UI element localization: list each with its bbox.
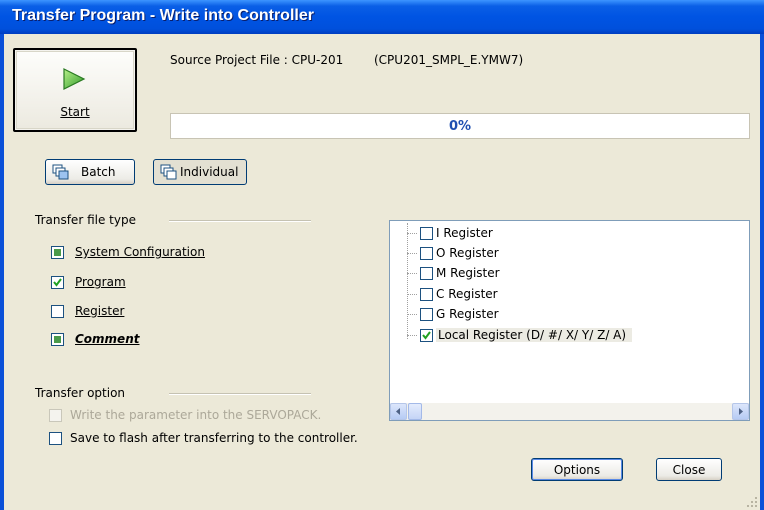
close-button[interactable]: Close (656, 458, 722, 481)
title-bar[interactable]: Transfer Program - Write into Controller (0, 0, 764, 34)
program-label[interactable]: Program (75, 275, 126, 289)
tree-branch (407, 233, 417, 234)
source-project-label: Source Project File : CPU-201 (170, 53, 344, 67)
resize-grip-icon[interactable] (746, 496, 758, 508)
servopack-label: Write the parameter into the SERVOPACK. (70, 408, 322, 422)
tree-branch (407, 253, 417, 254)
transfer-option-label: Transfer option (35, 386, 126, 400)
save-to-flash-checkbox[interactable] (49, 432, 62, 445)
register-label[interactable]: Register (75, 304, 124, 318)
scroll-right-button[interactable] (732, 403, 749, 420)
start-button-label: Start (60, 105, 90, 119)
comment-checkbox[interactable] (51, 333, 64, 346)
group-divider (169, 393, 311, 395)
checkmark-icon (422, 331, 431, 340)
scroll-thumb[interactable] (408, 403, 422, 420)
options-button[interactable]: Options (531, 458, 623, 481)
save-to-flash-label[interactable]: Save to flash after transferring to the … (70, 431, 358, 445)
tree-item-label: C Register (436, 287, 498, 301)
window-title: Transfer Program - Write into Controller (12, 7, 314, 24)
tree-item-checkbox[interactable] (420, 247, 433, 260)
tree-branch (407, 294, 417, 295)
tree-item-checkbox[interactable] (420, 227, 433, 240)
tree-item-checkbox[interactable] (420, 267, 433, 280)
transfer-file-type-label: Transfer file type (35, 213, 136, 227)
system-configuration-checkbox[interactable] (51, 246, 64, 259)
horizontal-scrollbar[interactable] (390, 403, 749, 420)
individual-button[interactable]: Individual (153, 159, 247, 185)
individual-icon (160, 164, 177, 180)
batch-icon (52, 164, 69, 180)
tree-branch (407, 273, 417, 274)
close-button-label: Close (672, 463, 706, 477)
tree-connector (407, 223, 408, 339)
tree-branch (407, 335, 417, 336)
batch-button-label: Batch (81, 165, 116, 179)
dialog-client-area: Start Source Project File : CPU-201 (CPU… (4, 34, 760, 510)
register-tree[interactable]: I Register O Register M Register C Regis… (389, 220, 750, 421)
comment-label[interactable]: Comment (75, 332, 139, 346)
checkmark-icon (53, 278, 62, 287)
start-button[interactable]: Start (13, 48, 137, 132)
arrow-right-icon (739, 408, 743, 415)
servopack-checkbox (49, 409, 62, 422)
tree-item-label: I Register (436, 226, 493, 240)
tree-item-label: O Register (436, 246, 499, 260)
tree-branch (407, 314, 417, 315)
scroll-left-button[interactable] (390, 403, 407, 420)
tree-item-label: M Register (436, 266, 500, 280)
progress-bar: 0% (170, 113, 750, 139)
dialog-window: Transfer Program - Write into Controller… (0, 0, 764, 510)
program-checkbox[interactable] (51, 276, 64, 289)
tree-item-checkbox[interactable] (420, 288, 433, 301)
tree-item-checkbox[interactable] (420, 308, 433, 321)
system-configuration-label[interactable]: System Configuration (75, 245, 205, 259)
tree-item-label: Local Register (D/ #/ X/ Y/ Z/ A) (436, 328, 633, 342)
group-divider (169, 220, 311, 222)
options-button-label: Options (553, 463, 601, 477)
play-icon (63, 68, 86, 90)
tree-item-checkbox[interactable] (420, 329, 433, 342)
arrow-left-icon (396, 408, 400, 415)
batch-button[interactable]: Batch (45, 159, 135, 185)
tree-item-label: G Register (436, 307, 499, 321)
register-checkbox[interactable] (51, 305, 64, 318)
source-project-file: (CPU201_SMPL_E.YMW7) (374, 53, 524, 67)
individual-button-label: Individual (180, 165, 239, 179)
progress-percent: 0% (448, 119, 472, 134)
